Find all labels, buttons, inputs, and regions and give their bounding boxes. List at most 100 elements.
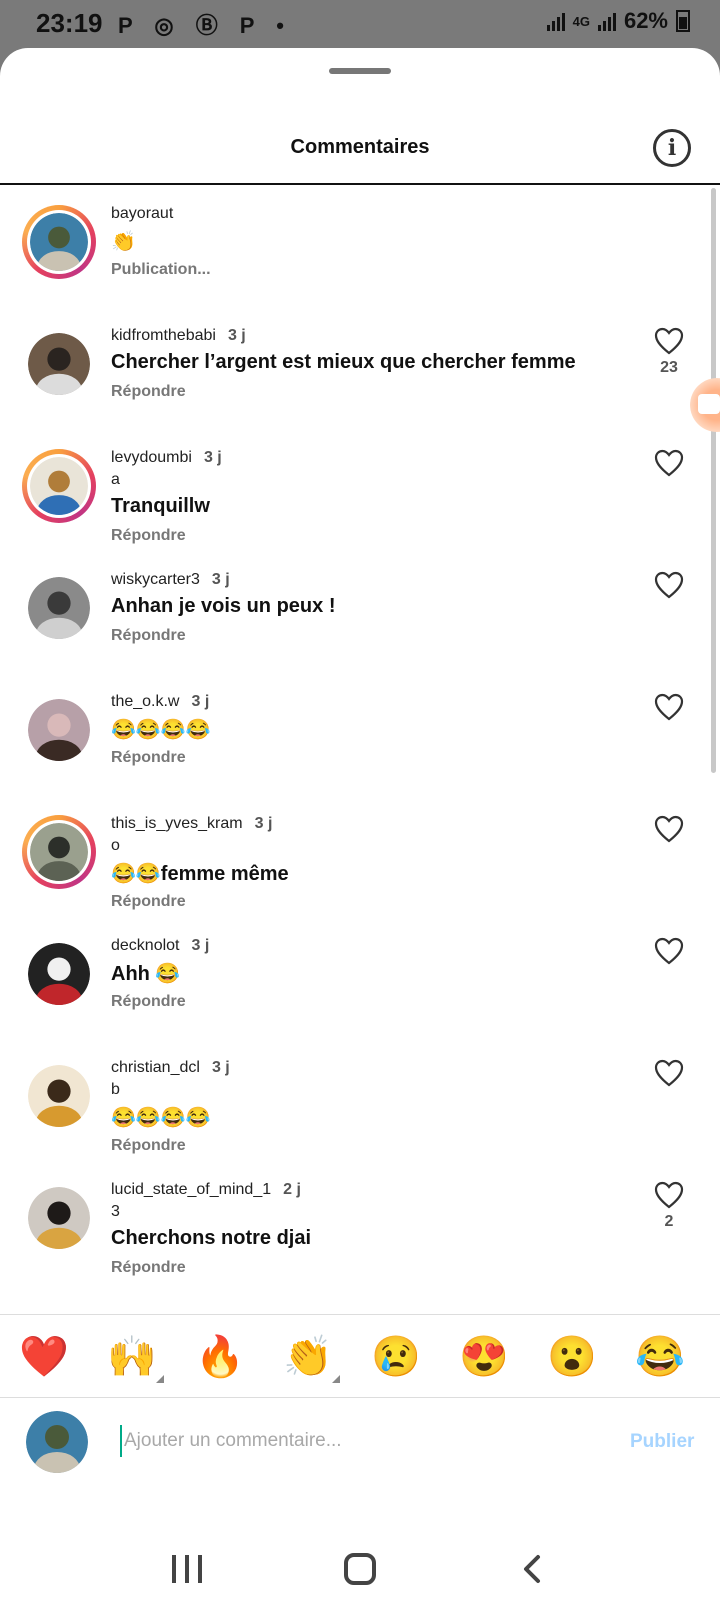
battery-icon	[676, 10, 690, 32]
comment-text: Tranquillw	[111, 495, 210, 517]
story-ring[interactable]	[22, 449, 96, 523]
comment-row[interactable]: levydoumbi 3 j a Tranquillw Répondre	[0, 429, 710, 551]
reply-button[interactable]: Répondre	[111, 1137, 186, 1155]
avatar-frame[interactable]	[22, 327, 96, 401]
like-heart-icon[interactable]	[654, 327, 684, 355]
avatar-frame[interactable]	[22, 937, 96, 1011]
comment-time: 3 j	[254, 815, 273, 832]
avatar[interactable]	[28, 943, 90, 1005]
avatar[interactable]	[30, 457, 88, 515]
status-right: 4G 62%	[546, 8, 690, 34]
reaction-emoji: 😮	[547, 1335, 597, 1379]
comment-row[interactable]: decknolot 3 j Ahh 😂 Répondre	[0, 917, 710, 1039]
avatar-frame[interactable]	[22, 1059, 96, 1133]
reaction-emoji: 🙌	[107, 1335, 157, 1379]
reaction-emoji-button[interactable]: 🙌	[106, 1331, 164, 1383]
avatar-frame[interactable]	[22, 1181, 96, 1255]
reaction-emoji-button[interactable]: 😍	[458, 1331, 510, 1383]
reaction-emoji-button[interactable]: 👏	[282, 1331, 340, 1383]
comments-sheet: Commentaires i bayoraut 👏 Publication... ki…	[0, 48, 720, 1600]
system-nav-bar	[0, 1495, 720, 1600]
comment-row[interactable]: kidfromthebabi 3 j Chercher l’argent est m…	[0, 307, 710, 429]
skin-tone-indicator-icon[interactable]	[156, 1375, 164, 1383]
comment-row[interactable]: wiskycarter3 3 j Anhan je vois un peux ! Ré…	[0, 551, 710, 673]
comment-meta: this_is_yves_kram 3 j	[111, 815, 272, 833]
like-heart-icon[interactable]	[654, 815, 684, 843]
comment-text: Cherchons notre djai	[111, 1227, 312, 1249]
avatar[interactable]	[28, 577, 90, 639]
comment-username[interactable]: this_is_yves_kram	[111, 815, 243, 832]
reaction-emoji-button[interactable]: 😂	[634, 1331, 686, 1383]
reply-button[interactable]: Répondre	[111, 1259, 186, 1277]
story-ring[interactable]	[22, 815, 96, 889]
like-heart-icon[interactable]	[654, 449, 684, 477]
comment-time: 3 j	[211, 1059, 230, 1076]
like-count: 2	[664, 1213, 674, 1230]
comment-row[interactable]: christian_dcl 3 j b 😂😂😂😂 Répondre	[0, 1039, 710, 1161]
comment-username[interactable]: christian_dcl	[111, 1059, 200, 1076]
comment-username[interactable]: kidfromthebabi	[111, 327, 216, 344]
comment-row[interactable]: lucid_state_of_mind_1 2 j 3 Cherchons notre…	[0, 1161, 710, 1283]
skin-tone-indicator-icon[interactable]	[332, 1375, 340, 1383]
like-count: 23	[660, 359, 678, 376]
comment-row[interactable]: bayoraut 👏 Publication...	[0, 185, 710, 307]
reaction-emoji-button[interactable]: 😢	[370, 1331, 422, 1383]
avatar[interactable]	[28, 333, 90, 395]
like-heart-icon[interactable]	[654, 693, 684, 721]
reaction-emoji: 😍	[459, 1335, 509, 1379]
reply-button[interactable]: Répondre	[111, 993, 186, 1011]
reaction-emoji-button[interactable]: 🔥	[194, 1331, 246, 1383]
reaction-emoji-button[interactable]: 😮	[546, 1331, 598, 1383]
comment-time: 3 j	[227, 327, 246, 344]
like-heart-icon[interactable]	[654, 1059, 684, 1087]
comment-list[interactable]: bayoraut 👏 Publication... kidfromthebabi 3 j…	[0, 185, 710, 1314]
reaction-emoji: 😂	[635, 1335, 685, 1379]
home-icon[interactable]	[344, 1553, 376, 1585]
comment-time: 3 j	[203, 449, 222, 466]
comment-username[interactable]: wiskycarter3	[111, 571, 200, 588]
avatar[interactable]	[30, 823, 88, 881]
recent-apps-icon[interactable]	[172, 1555, 202, 1583]
like-heart-icon[interactable]	[654, 1181, 684, 1209]
publish-button[interactable]: Publier	[630, 1431, 694, 1453]
comment-time: 3 j	[191, 937, 210, 954]
comment-username[interactable]: the_o.k.w	[111, 693, 179, 710]
comment-username[interactable]: decknolot	[111, 937, 180, 954]
battery-percent: 62%	[623, 8, 668, 33]
avatar-frame[interactable]	[22, 693, 96, 767]
avatar[interactable]	[28, 1065, 90, 1127]
my-avatar	[26, 1411, 88, 1473]
drag-handle[interactable]	[329, 68, 391, 74]
reply-button[interactable]: Répondre	[111, 383, 186, 401]
story-ring[interactable]	[22, 205, 96, 279]
comment-username[interactable]: lucid_state_of_mind_1	[111, 1181, 271, 1198]
like-heart-icon[interactable]	[654, 937, 684, 965]
comment-input[interactable]	[120, 1425, 580, 1457]
reply-button[interactable]: Répondre	[111, 749, 186, 767]
avatar[interactable]	[30, 213, 88, 271]
like-heart-icon[interactable]	[654, 571, 684, 599]
comment-username[interactable]: bayoraut	[111, 205, 173, 222]
info-icon[interactable]: i	[653, 129, 691, 167]
posting-status: Publication...	[111, 261, 211, 278]
reply-button[interactable]: Répondre	[111, 893, 186, 911]
comment-username[interactable]: levydoumbi	[111, 449, 192, 466]
comment-meta: christian_dcl 3 j	[111, 1059, 230, 1077]
avatar[interactable]	[28, 1187, 90, 1249]
comment-subline: o	[111, 837, 120, 854]
reaction-emoji-button[interactable]: ❤️	[18, 1331, 70, 1383]
emoji-reaction-bar: ❤️ 🙌 🔥 👏 😢 😍 😮 😂	[0, 1314, 720, 1398]
comment-text: Anhan je vois un peux !	[111, 595, 336, 617]
reply-button[interactable]: Répondre	[111, 627, 186, 645]
status-time: 23:19	[36, 8, 103, 38]
comment-row[interactable]: this_is_yves_kram 3 j o 😂😂femme même Répondr…	[0, 795, 710, 917]
reply-button[interactable]: Répondre	[111, 527, 186, 545]
avatar-frame[interactable]	[22, 571, 96, 645]
back-icon[interactable]	[518, 1553, 550, 1585]
comment-time: 3 j	[211, 571, 230, 588]
comment-row[interactable]: the_o.k.w 3 j 😂😂😂😂 Répondre	[0, 673, 710, 795]
scrollbar[interactable]	[711, 188, 716, 773]
comment-composer: Publier	[0, 1399, 720, 1495]
avatar[interactable]	[28, 699, 90, 761]
comment-subline: b	[111, 1081, 120, 1098]
